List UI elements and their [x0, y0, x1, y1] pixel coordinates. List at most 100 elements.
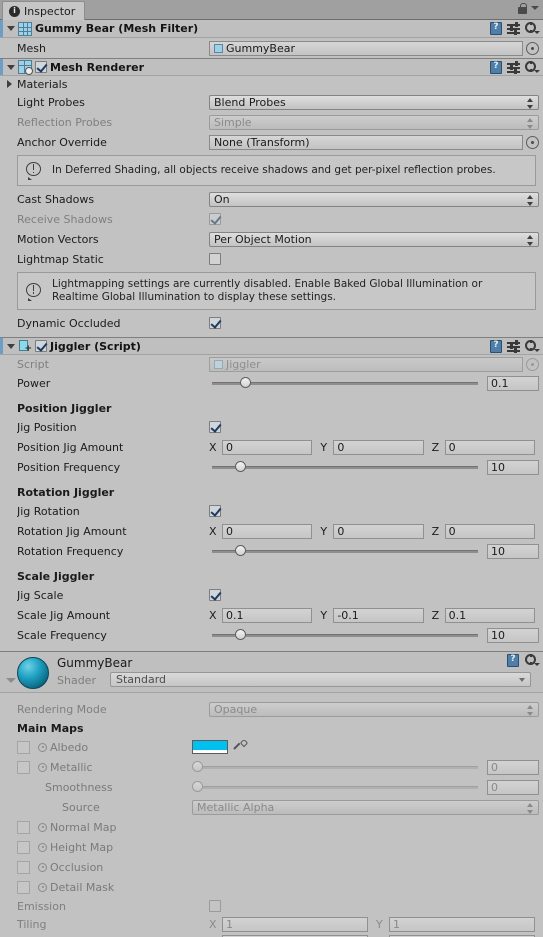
albedo-toggle-icon[interactable] [38, 743, 47, 752]
metallic-texture-slot[interactable] [17, 761, 30, 774]
lock-icon[interactable] [518, 3, 527, 14]
jiggler-enabled-checkbox[interactable] [35, 340, 47, 352]
metallic-slider-knob[interactable] [192, 761, 203, 772]
row-materials[interactable]: Materials [0, 76, 543, 92]
height-map-texture-slot[interactable] [17, 841, 30, 854]
position-jig-amount-x[interactable]: 0 [222, 440, 312, 455]
row-rotation-jig-amount: Rotation Jig Amount X 0 Y 0 Z 0 [0, 521, 543, 541]
preset-icon[interactable] [507, 340, 520, 353]
smoothness-label-wrap: Smoothness [0, 781, 192, 794]
tiling-y[interactable]: 1 [389, 917, 535, 932]
jig-position-checkbox[interactable] [209, 421, 221, 433]
normal-map-toggle-icon[interactable] [38, 823, 47, 832]
gear-icon[interactable] [525, 61, 540, 74]
power-value-field[interactable]: 0.1 [487, 376, 539, 391]
eyedropper-icon[interactable] [233, 740, 248, 754]
row-occlusion: Occlusion [0, 857, 543, 877]
rotation-jig-amount-y[interactable]: 0 [333, 524, 423, 539]
position-frequency-slider[interactable] [209, 460, 481, 474]
scale-jig-amount-y[interactable]: -0.1 [333, 608, 423, 623]
rotation-jig-amount-y-value: 0 [337, 525, 344, 538]
position-jig-amount-x-value: 0 [226, 441, 233, 454]
position-jig-amount-z[interactable]: 0 [445, 440, 535, 455]
mesh-filter-header[interactable]: Gummy Bear (Mesh Filter) [0, 20, 543, 38]
scale-frequency-field: 10 [209, 628, 543, 643]
materials-foldout[interactable] [3, 77, 16, 90]
detail-mask-toggle-icon[interactable] [38, 883, 47, 892]
lightmap-static-checkbox[interactable] [209, 253, 221, 265]
anchor-picker-icon[interactable] [526, 136, 539, 149]
tiling-y-value: 1 [393, 918, 400, 931]
dynamic-occluded-checkbox[interactable] [209, 317, 221, 329]
help-icon[interactable] [490, 22, 502, 35]
mesh-object-field[interactable]: GummyBear [209, 41, 523, 56]
shader-dropdown[interactable]: Standard [110, 672, 531, 687]
scale-jig-amount-x[interactable]: 0.1 [222, 608, 312, 623]
position-frequency-value-field[interactable]: 10 [487, 460, 539, 475]
light-probes-label: Light Probes [17, 96, 209, 109]
motion-vectors-dropdown[interactable]: Per Object Motion [209, 232, 539, 247]
jig-scale-checkbox[interactable] [209, 589, 221, 601]
gear-icon[interactable] [525, 654, 540, 667]
rotation-frequency-slider[interactable] [209, 544, 481, 558]
height-map-toggle-icon[interactable] [38, 843, 47, 852]
anchor-override-object-field[interactable]: None (Transform) [209, 135, 523, 150]
emission-checkbox[interactable] [209, 900, 221, 912]
occlusion-toggle-icon[interactable] [38, 863, 47, 872]
smoothness-value-field[interactable]: 0 [487, 780, 539, 795]
help-icon[interactable] [507, 654, 519, 667]
help-icon[interactable] [490, 340, 502, 353]
mesh-value: GummyBear [226, 42, 295, 55]
gear-icon[interactable] [525, 22, 540, 35]
jig-scale-field [209, 589, 543, 601]
preset-icon[interactable] [507, 22, 520, 35]
help-icon[interactable] [490, 61, 502, 74]
metallic-toggle-icon[interactable] [38, 763, 47, 772]
detail-mask-texture-slot[interactable] [17, 881, 30, 894]
rotation-jig-amount-z[interactable]: 0 [445, 524, 535, 539]
albedo-color-swatch[interactable] [192, 740, 228, 754]
tab-inspector[interactable]: i Inspector [2, 1, 85, 20]
mesh-renderer-header[interactable]: Mesh Renderer [0, 58, 543, 76]
albedo-texture-slot[interactable] [17, 741, 30, 754]
mesh-filter-foldout[interactable] [4, 22, 17, 35]
power-slider-knob[interactable] [240, 377, 251, 388]
scale-jig-amount-z[interactable]: 0.1 [445, 608, 535, 623]
selection-stripe [0, 338, 3, 354]
tab-menu-icon[interactable] [531, 6, 539, 10]
jiggler-header-icons [490, 340, 540, 353]
mesh-renderer-foldout[interactable] [4, 61, 17, 74]
light-probes-dropdown[interactable]: Blend Probes [209, 95, 539, 110]
jiggler-header[interactable]: + Jiggler (Script) [0, 337, 543, 355]
power-slider[interactable] [209, 376, 481, 390]
position-jig-amount-y-value: 0 [337, 441, 344, 454]
scale-frequency-slider[interactable] [209, 628, 481, 642]
occlusion-texture-slot[interactable] [17, 861, 30, 874]
rendering-mode-dropdown[interactable]: Opaque [209, 702, 539, 717]
tiling-x[interactable]: 1 [222, 917, 368, 932]
source-dropdown[interactable]: Metallic Alpha [192, 800, 539, 815]
normal-map-texture-slot[interactable] [17, 821, 30, 834]
mesh-picker-icon[interactable] [526, 42, 539, 55]
rotation-frequency-value-field[interactable]: 10 [487, 544, 539, 559]
position-jig-amount-label: Position Jig Amount [17, 441, 209, 454]
material-foldout[interactable] [4, 674, 17, 687]
cast-shadows-dropdown[interactable]: On [209, 192, 539, 207]
metallic-slider[interactable] [192, 760, 481, 774]
rotation-jig-amount-x[interactable]: 0 [222, 524, 312, 539]
section-main-maps: Main Maps [0, 719, 543, 737]
component-jiggler: + Jiggler (Script) Script Jiggler [0, 337, 543, 651]
mesh-renderer-enabled-checkbox[interactable] [35, 61, 47, 73]
preset-icon[interactable] [507, 61, 520, 74]
smoothness-slider-knob[interactable] [192, 781, 203, 792]
metallic-value-field[interactable]: 0 [487, 760, 539, 775]
position-frequency-knob[interactable] [235, 461, 246, 472]
smoothness-slider[interactable] [192, 780, 481, 794]
scale-frequency-value-field[interactable]: 10 [487, 628, 539, 643]
rotation-frequency-knob[interactable] [235, 545, 246, 556]
jiggler-foldout[interactable] [4, 340, 17, 353]
gear-icon[interactable] [525, 340, 540, 353]
position-jig-amount-y[interactable]: 0 [333, 440, 423, 455]
scale-frequency-knob[interactable] [235, 629, 246, 640]
jig-rotation-checkbox[interactable] [209, 505, 221, 517]
